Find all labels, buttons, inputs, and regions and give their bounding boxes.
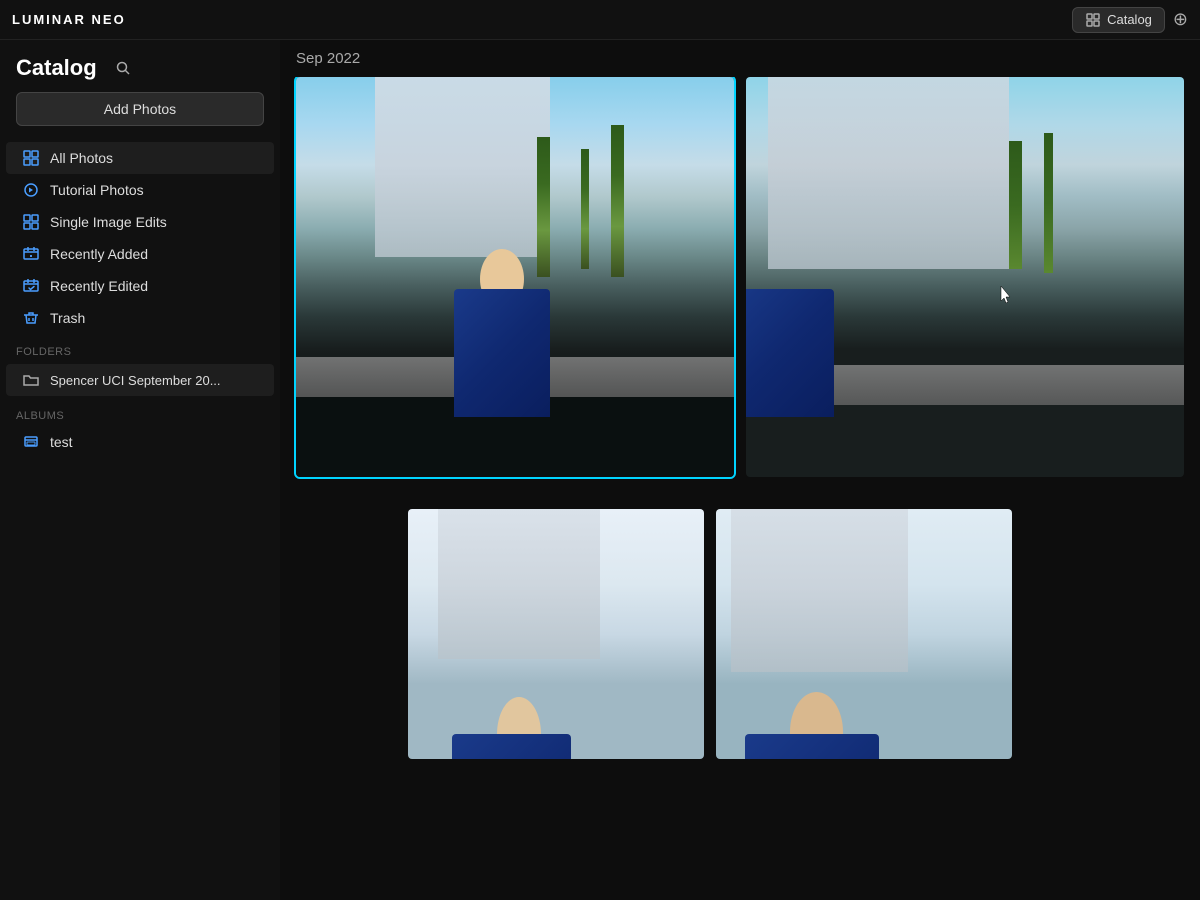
sidebar-title: Catalog [16,55,97,81]
photo-thumbnail-3[interactable] [408,509,704,759]
catalog-nav-icon [22,149,40,167]
add-photos-button[interactable]: Add Photos [16,92,264,126]
sidebar-item-all-photos[interactable]: All Photos [6,142,274,174]
folders-label: Folders [0,334,280,362]
folder-label: Spencer UCI September 20... [50,373,221,388]
photo-row-2 [296,509,1184,759]
photo-thumbnail-1[interactable] [296,77,734,477]
sidebar-item-trash[interactable]: Trash [6,302,274,334]
album-icon [22,433,40,451]
date-header: Sep 2022 [280,40,1200,77]
recently-added-label: Recently Added [50,246,148,262]
catalog-label: Catalog [1107,12,1152,27]
trash-label: Trash [50,310,85,326]
album-test[interactable]: test [6,426,274,458]
app-logo: LUMINAR NEO [12,12,126,27]
topbar-right: Catalog ⊕ [1072,7,1188,33]
sidebar-item-recently-edited[interactable]: Recently Edited [6,270,274,302]
tutorial-icon [22,181,40,199]
sidebar-item-recently-added[interactable]: Recently Added [6,238,274,270]
content-area: Sep 2022 [280,40,1200,900]
single-image-icon [22,213,40,231]
topbar: LUMINAR NEO Catalog ⊕ [0,0,1200,40]
photo-render-2 [746,77,1184,477]
albums-label: Albums [0,398,280,426]
photo-render-4 [716,509,1012,759]
trash-icon [22,309,40,327]
recently-added-icon [22,245,40,263]
catalog-icon [1085,12,1101,28]
search-button[interactable] [109,54,137,82]
recently-edited-icon [22,277,40,295]
tutorial-photos-label: Tutorial Photos [50,182,144,198]
extensions-icon[interactable]: ⊕ [1173,9,1188,30]
row2-spacer [296,509,396,759]
sidebar-header: Catalog [0,40,280,92]
photo-grid [280,77,1200,900]
all-photos-label: All Photos [50,150,113,166]
folder-icon [22,371,40,389]
folder-spencer-uci[interactable]: Spencer UCI September 20... [6,364,274,396]
photo-render-1 [296,77,734,477]
sidebar-item-tutorial-photos[interactable]: Tutorial Photos [6,174,274,206]
photo-thumbnail-2[interactable] [746,77,1184,477]
catalog-button[interactable]: Catalog [1072,7,1165,33]
recently-edited-label: Recently Edited [50,278,148,294]
sidebar: Catalog Add Photos All Photos [0,40,280,900]
photo-row-1 [296,77,1184,477]
album-test-label: test [50,434,73,450]
single-image-edits-label: Single Image Edits [50,214,167,230]
sidebar-item-single-image-edits[interactable]: Single Image Edits [6,206,274,238]
photo-render-3 [408,509,704,759]
main-layout: Catalog Add Photos All Photos [0,40,1200,900]
photo-thumbnail-4[interactable] [716,509,1012,759]
